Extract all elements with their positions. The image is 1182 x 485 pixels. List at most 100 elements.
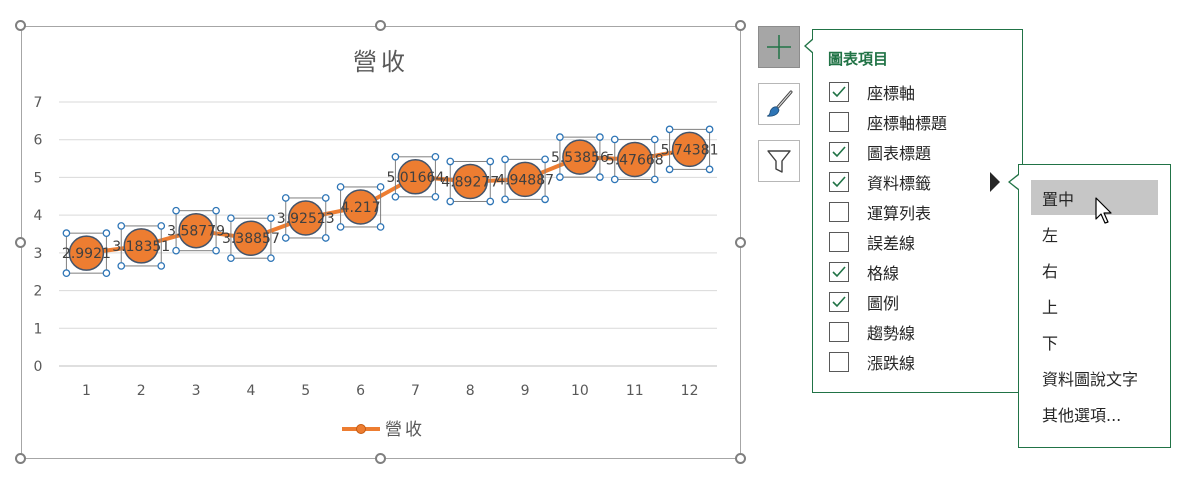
- chart-element-option[interactable]: 資料標籤: [829, 170, 931, 194]
- option-checkbox[interactable]: [829, 232, 849, 252]
- data-label: 3.38857: [222, 231, 280, 247]
- chart-filters-button[interactable]: [758, 140, 800, 182]
- option-checkbox[interactable]: [829, 172, 849, 192]
- data-label: 5.01664: [386, 170, 444, 186]
- label-position-option[interactable]: 右: [1031, 252, 1158, 287]
- option-label: 趨勢線: [867, 324, 916, 343]
- option-label: 圖例: [867, 294, 900, 313]
- data-label: 5.47668: [606, 152, 664, 168]
- filter-icon: [767, 150, 791, 173]
- label-position-option[interactable]: 資料圖說文字: [1031, 360, 1158, 395]
- option-label: 格線: [867, 264, 900, 283]
- chart-element-option[interactable]: 運算列表: [829, 200, 931, 224]
- chart-element-option[interactable]: 誤差線: [829, 230, 915, 254]
- label-handle: [650, 175, 659, 184]
- x-tick-label: 6: [356, 383, 365, 399]
- chart-element-option[interactable]: 座標軸標題: [829, 110, 947, 134]
- panel-title: 圖表項目: [828, 50, 889, 68]
- x-tick-label: 7: [411, 383, 420, 399]
- label-handle: [705, 165, 714, 174]
- label-handle: [117, 222, 126, 230]
- label-handle: [486, 157, 495, 166]
- data-label: 5.53856: [551, 150, 609, 166]
- label-handle: [62, 229, 71, 238]
- label-position-option[interactable]: 下: [1031, 324, 1158, 359]
- label-handle: [541, 155, 549, 164]
- label-handle: [227, 214, 235, 223]
- submenu-pointer-fill: [1010, 175, 1019, 189]
- label-handle: [117, 262, 126, 270]
- option-label: 誤差線: [867, 234, 916, 253]
- y-tick-label: 0: [34, 359, 43, 375]
- option-checkbox[interactable]: [829, 322, 849, 342]
- y-tick-label: 4: [34, 208, 43, 224]
- plus-icon: [767, 35, 791, 59]
- label-handle: [431, 152, 440, 161]
- y-tick-label: 3: [34, 246, 43, 262]
- chart-element-option[interactable]: 趨勢線: [829, 320, 915, 344]
- resize-handle-right[interactable]: [735, 237, 746, 248]
- label-handle: [501, 155, 509, 164]
- label-handle: [556, 133, 564, 141]
- data-label: 4.217: [341, 200, 381, 216]
- resize-handle-top[interactable]: [375, 20, 386, 31]
- label-handle: [610, 135, 619, 144]
- label-handle: [102, 269, 111, 278]
- label-position-option[interactable]: 上: [1031, 288, 1158, 323]
- chart-element-option[interactable]: 圖表標題: [829, 140, 931, 164]
- label-handle: [665, 125, 674, 134]
- resize-handle-top-left[interactable]: [15, 20, 26, 31]
- option-label: 圖表標題: [867, 144, 932, 163]
- chart-element-option[interactable]: 漲跌線: [829, 350, 915, 374]
- option-checkbox[interactable]: [829, 202, 849, 222]
- label-handle: [227, 254, 235, 263]
- resize-handle-bottom-right[interactable]: [735, 453, 746, 464]
- x-tick-label: 4: [246, 383, 255, 399]
- resize-handle-bottom-left[interactable]: [15, 453, 26, 464]
- data-label: 3.92523: [277, 211, 335, 227]
- label-handle: [172, 206, 180, 215]
- label-position-option[interactable]: 其他選項...: [1031, 396, 1158, 431]
- label-handle: [157, 262, 166, 270]
- label-handle: [486, 197, 495, 206]
- label-handle: [446, 197, 455, 206]
- chart-elements-button[interactable]: [758, 26, 800, 68]
- option-checkbox[interactable]: [829, 142, 849, 162]
- option-checkbox[interactable]: [829, 112, 849, 132]
- resize-handle-bottom[interactable]: [375, 453, 386, 464]
- label-handle: [267, 214, 275, 223]
- chart-styles-button[interactable]: [758, 83, 800, 125]
- option-checkbox[interactable]: [829, 292, 849, 312]
- label-handle: [556, 173, 564, 181]
- chart-svg: 營收012345671 2 3 4 5 6 7 8 9 10 11 122.9921 3.183513.…: [34, 48, 719, 440]
- chart-element-option[interactable]: 圖例: [829, 290, 899, 314]
- chart-element-option[interactable]: 格線: [829, 260, 899, 284]
- label-handle: [376, 183, 385, 191]
- resize-handle-left[interactable]: [15, 237, 26, 248]
- y-tick-label: 6: [34, 133, 43, 149]
- data-label: 5.74381: [661, 142, 719, 158]
- option-checkbox[interactable]: [829, 82, 849, 102]
- checkmark-icon: [832, 266, 846, 278]
- chart-title: 營收: [353, 48, 409, 76]
- data-label: 3.58779: [167, 224, 225, 240]
- option-label: 漲跌線: [867, 354, 916, 373]
- submenu-arrow-icon[interactable]: [990, 172, 1000, 192]
- x-tick-label: 10: [571, 383, 589, 399]
- label-handle: [172, 246, 180, 255]
- option-checkbox[interactable]: [829, 352, 849, 372]
- label-handle: [212, 246, 220, 255]
- checkmark-icon: [832, 86, 846, 98]
- label-handle: [705, 125, 714, 134]
- label-handle: [665, 165, 674, 174]
- label-handle: [650, 135, 659, 144]
- x-tick-label: 1: [82, 383, 91, 399]
- label-handle: [281, 234, 290, 242]
- x-tick-label: 2: [137, 383, 146, 399]
- label-handle: [336, 183, 345, 191]
- chart-element-option[interactable]: 座標軸: [829, 80, 915, 104]
- data-label: 4.89277: [441, 174, 499, 190]
- checkmark-icon: [832, 146, 846, 158]
- resize-handle-top-right[interactable]: [735, 20, 746, 31]
- option-checkbox[interactable]: [829, 262, 849, 282]
